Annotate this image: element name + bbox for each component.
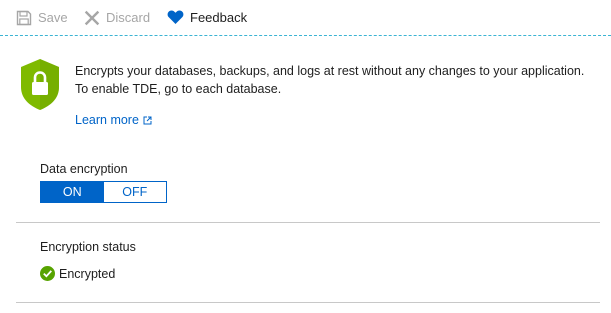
toggle-on-option[interactable]: ON — [41, 182, 104, 202]
data-encryption-label: Data encryption — [40, 162, 128, 176]
save-icon — [16, 10, 32, 26]
discard-label: Discard — [106, 10, 151, 25]
discard-button[interactable]: Discard — [80, 0, 154, 36]
encryption-status-text: Encrypted — [59, 266, 116, 281]
learn-more-link[interactable]: Learn more — [75, 113, 152, 127]
tde-description: Encrypts your databases, backups, and lo… — [75, 64, 585, 96]
section-divider — [16, 222, 600, 223]
save-label: Save — [38, 10, 68, 25]
data-encryption-toggle[interactable]: ON OFF — [40, 181, 167, 203]
feedback-button[interactable]: Feedback — [163, 0, 251, 36]
external-link-icon — [143, 116, 152, 125]
heart-icon — [167, 10, 184, 25]
discard-icon — [84, 10, 100, 26]
encryption-status-value: Encrypted — [40, 266, 115, 281]
section-divider — [16, 302, 600, 303]
tde-settings-page: Save Discard Feedback Encrypts your data… — [0, 0, 611, 313]
toggle-off-option[interactable]: OFF — [103, 182, 166, 202]
check-circle-icon — [40, 266, 55, 281]
shield-lock-icon — [20, 58, 60, 111]
feedback-label: Feedback — [190, 10, 248, 25]
learn-more-label: Learn more — [75, 113, 139, 127]
save-button[interactable]: Save — [12, 0, 72, 36]
encryption-status-label: Encryption status — [40, 240, 136, 254]
command-bar: Save Discard Feedback — [0, 0, 611, 36]
